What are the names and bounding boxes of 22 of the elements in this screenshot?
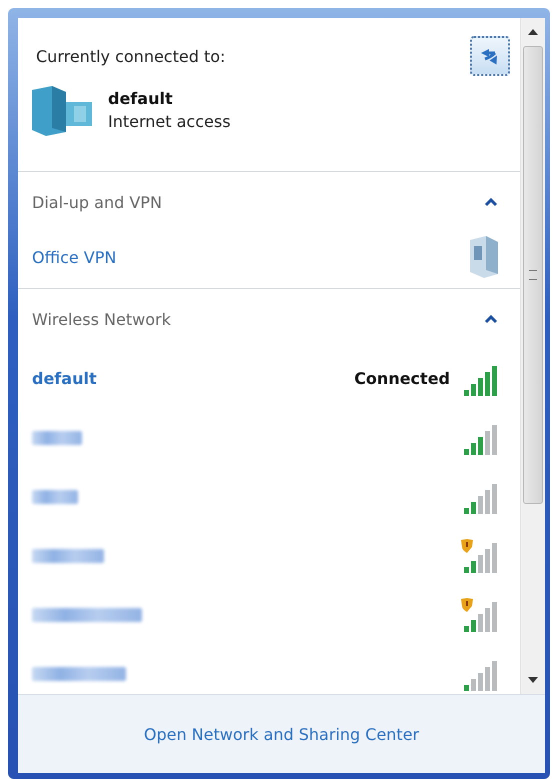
blurred-name[interactable] bbox=[32, 430, 82, 444]
header-title: Currently connected to: bbox=[36, 46, 226, 66]
blurred-name[interactable] bbox=[32, 548, 104, 562]
network-name[interactable]: default bbox=[32, 369, 97, 388]
refresh-button[interactable] bbox=[470, 36, 510, 76]
chevron-icon[interactable] bbox=[484, 197, 498, 207]
scrollbar[interactable] bbox=[520, 18, 545, 694]
connection-name: default bbox=[108, 89, 174, 108]
connection-status: Internet access bbox=[108, 112, 231, 131]
blurred-name[interactable] bbox=[32, 490, 78, 504]
scroll-down-icon[interactable] bbox=[528, 677, 538, 683]
section-title: Wireless Network bbox=[32, 310, 171, 328]
blurred-name[interactable] bbox=[32, 608, 142, 622]
chevron-icon[interactable] bbox=[484, 314, 498, 324]
scroll-thumb[interactable] bbox=[523, 46, 543, 504]
network-center-link[interactable]: Open Network and Sharing Center bbox=[144, 724, 420, 744]
blurred-name[interactable] bbox=[32, 666, 126, 680]
computer-icon bbox=[30, 84, 94, 136]
connection-status: Connected bbox=[354, 369, 450, 388]
scroll-up-icon[interactable] bbox=[528, 29, 538, 35]
section-title: Dial-up and VPN bbox=[32, 192, 162, 212]
vpn-name[interactable]: Office VPN bbox=[32, 248, 116, 266]
